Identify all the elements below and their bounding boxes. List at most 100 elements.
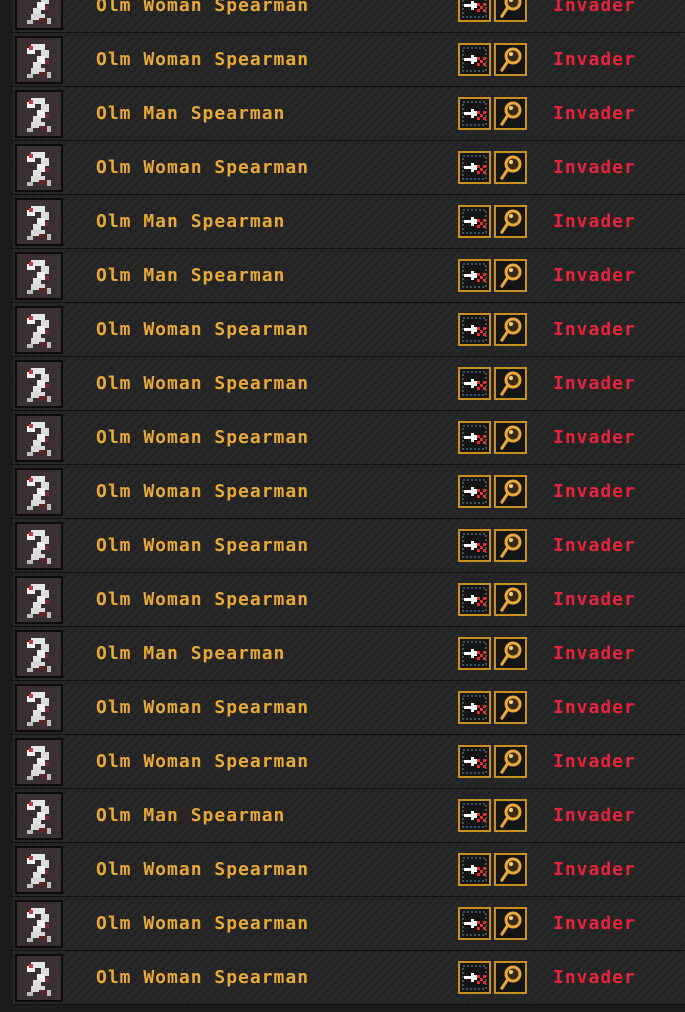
unit-row[interactable]: Olm Woman Spearman Invader: [13, 573, 685, 627]
zoom-to-unit-icon: [462, 371, 487, 396]
view-unit-button[interactable]: [494, 367, 527, 400]
olm-creature-portrait-icon[interactable]: [15, 414, 63, 462]
view-unit-button[interactable]: [494, 853, 527, 886]
zoom-to-unit-button[interactable]: [458, 799, 491, 832]
view-unit-button[interactable]: [494, 529, 527, 562]
unit-status: Invader: [553, 481, 636, 502]
view-unit-button[interactable]: [494, 799, 527, 832]
zoom-to-unit-button[interactable]: [458, 421, 491, 454]
view-unit-button[interactable]: [494, 691, 527, 724]
view-unit-button[interactable]: [494, 961, 527, 994]
zoom-to-unit-button[interactable]: [458, 961, 491, 994]
zoom-to-unit-button[interactable]: [458, 475, 491, 508]
unit-row[interactable]: Olm Woman Spearman Invader: [13, 303, 685, 357]
unit-status: Invader: [553, 157, 636, 178]
olm-creature-portrait-icon[interactable]: [15, 630, 63, 678]
magnifier-icon: [499, 425, 522, 451]
olm-creature-portrait-icon[interactable]: [15, 252, 63, 300]
olm-creature-portrait-icon[interactable]: [15, 0, 63, 30]
zoom-to-unit-button[interactable]: [458, 691, 491, 724]
olm-creature-portrait-icon[interactable]: [15, 954, 63, 1002]
view-unit-button[interactable]: [494, 259, 527, 292]
olm-creature-portrait-icon[interactable]: [15, 198, 63, 246]
zoom-to-unit-button[interactable]: [458, 367, 491, 400]
view-unit-button[interactable]: [494, 151, 527, 184]
olm-creature-portrait-icon[interactable]: [15, 846, 63, 894]
olm-creature-portrait-icon[interactable]: [15, 144, 63, 192]
unit-row[interactable]: Olm Woman Spearman Invader: [13, 951, 685, 1005]
zoom-to-unit-button[interactable]: [458, 151, 491, 184]
view-unit-button[interactable]: [494, 421, 527, 454]
zoom-to-unit-icon: [462, 965, 487, 990]
unit-row[interactable]: Olm Woman Spearman Invader: [13, 465, 685, 519]
zoom-to-unit-icon: [462, 47, 487, 72]
view-unit-button[interactable]: [494, 907, 527, 940]
zoom-to-unit-button[interactable]: [458, 259, 491, 292]
unit-name: Olm Woman Spearman: [96, 373, 310, 394]
view-unit-button[interactable]: [494, 475, 527, 508]
unit-name: Olm Man Spearman: [96, 265, 286, 286]
unit-row[interactable]: Olm Man Spearman Invader: [13, 249, 685, 303]
magnifier-icon: [499, 209, 522, 235]
unit-row[interactable]: Olm Woman Spearman Invader: [13, 519, 685, 573]
view-unit-button[interactable]: [494, 637, 527, 670]
zoom-to-unit-button[interactable]: [458, 97, 491, 130]
unit-row[interactable]: Olm Woman Spearman Invader: [13, 897, 685, 951]
zoom-to-unit-button[interactable]: [458, 313, 491, 346]
magnifier-icon: [499, 479, 522, 505]
zoom-to-unit-icon: [462, 911, 487, 936]
zoom-to-unit-button[interactable]: [458, 637, 491, 670]
magnifier-icon: [499, 587, 522, 613]
unit-row[interactable]: Olm Man Spearman Invader: [13, 87, 685, 141]
zoom-to-unit-icon: [462, 263, 487, 288]
olm-creature-portrait-icon[interactable]: [15, 468, 63, 516]
zoom-to-unit-button[interactable]: [458, 853, 491, 886]
unit-status: Invader: [553, 751, 636, 772]
unit-row[interactable]: Olm Woman Spearman Invader: [13, 141, 685, 195]
zoom-to-unit-icon: [462, 425, 487, 450]
view-unit-button[interactable]: [494, 97, 527, 130]
olm-creature-portrait-icon[interactable]: [15, 684, 63, 732]
unit-name: Olm Woman Spearman: [96, 751, 310, 772]
unit-status: Invader: [553, 805, 636, 826]
view-unit-button[interactable]: [494, 205, 527, 238]
unit-row[interactable]: Olm Woman Spearman Invader: [13, 33, 685, 87]
view-unit-button[interactable]: [494, 43, 527, 76]
unit-row[interactable]: Olm Woman Spearman Invader: [13, 357, 685, 411]
olm-creature-portrait-icon[interactable]: [15, 36, 63, 84]
unit-name: Olm Woman Spearman: [96, 913, 310, 934]
unit-row[interactable]: Olm Woman Spearman Invader: [13, 843, 685, 897]
view-unit-button[interactable]: [494, 313, 527, 346]
view-unit-button[interactable]: [494, 745, 527, 778]
zoom-to-unit-button[interactable]: [458, 907, 491, 940]
magnifier-icon: [499, 911, 522, 937]
unit-row[interactable]: Olm Man Spearman Invader: [13, 195, 685, 249]
olm-creature-portrait-icon[interactable]: [15, 738, 63, 786]
unit-row[interactable]: Olm Woman Spearman Invader: [13, 681, 685, 735]
zoom-to-unit-button[interactable]: [458, 583, 491, 616]
unit-row[interactable]: Olm Woman Spearman Invader: [13, 411, 685, 465]
magnifier-icon: [499, 371, 522, 397]
zoom-to-unit-button[interactable]: [458, 0, 491, 22]
zoom-to-unit-button[interactable]: [458, 745, 491, 778]
olm-creature-portrait-icon[interactable]: [15, 576, 63, 624]
unit-row[interactable]: Olm Woman Spearman Invader: [13, 0, 685, 33]
olm-creature-portrait-icon[interactable]: [15, 900, 63, 948]
olm-creature-portrait-icon[interactable]: [15, 792, 63, 840]
unit-row[interactable]: Olm Woman Spearman Invader: [13, 735, 685, 789]
zoom-to-unit-icon: [462, 641, 487, 666]
zoom-to-unit-button[interactable]: [458, 529, 491, 562]
olm-creature-portrait-icon[interactable]: [15, 90, 63, 138]
zoom-to-unit-icon: [462, 749, 487, 774]
zoom-to-unit-button[interactable]: [458, 205, 491, 238]
zoom-to-unit-icon: [462, 857, 487, 882]
view-unit-button[interactable]: [494, 0, 527, 22]
unit-row[interactable]: Olm Man Spearman Invader: [13, 627, 685, 681]
olm-creature-portrait-icon[interactable]: [15, 360, 63, 408]
unit-row[interactable]: Olm Man Spearman Invader: [13, 789, 685, 843]
unit-name: Olm Man Spearman: [96, 211, 286, 232]
olm-creature-portrait-icon[interactable]: [15, 522, 63, 570]
view-unit-button[interactable]: [494, 583, 527, 616]
olm-creature-portrait-icon[interactable]: [15, 306, 63, 354]
zoom-to-unit-button[interactable]: [458, 43, 491, 76]
